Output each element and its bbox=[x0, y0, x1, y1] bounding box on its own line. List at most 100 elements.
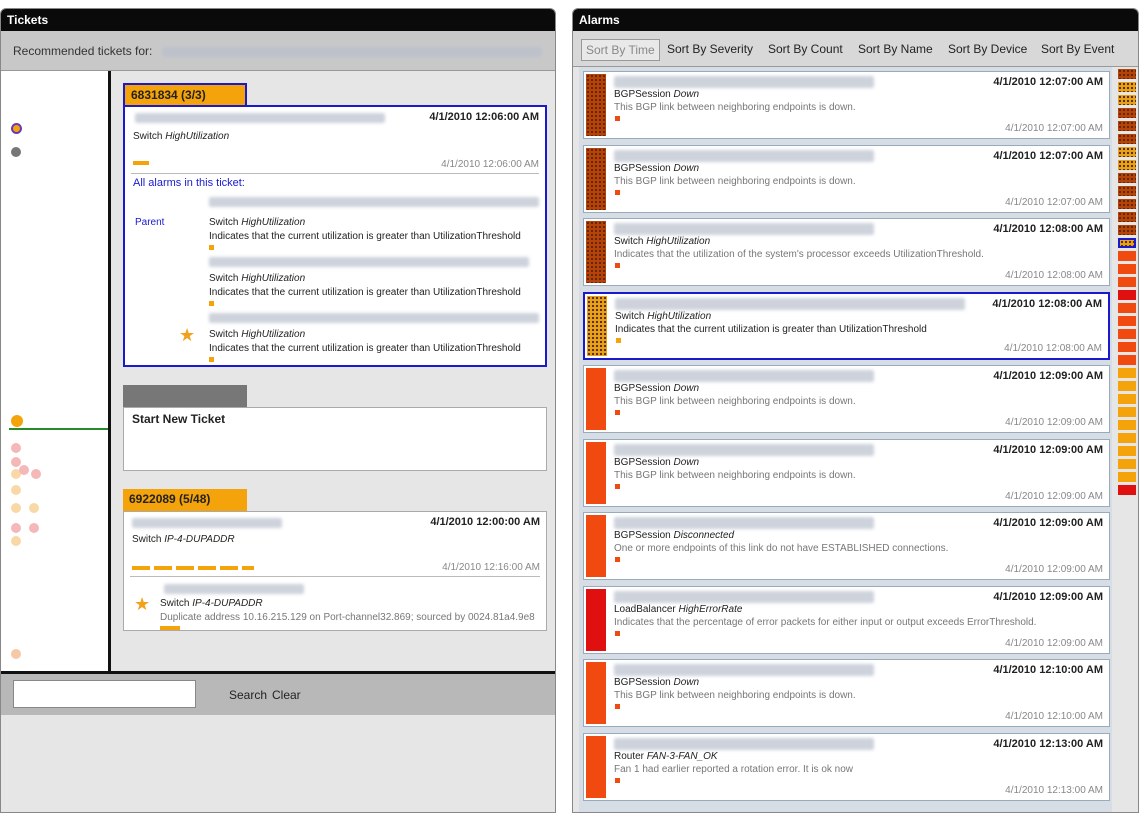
heat-cell[interactable] bbox=[1118, 160, 1136, 170]
heat-cell[interactable] bbox=[1118, 420, 1136, 430]
sort-by-event-button[interactable]: Sort By Event bbox=[1041, 39, 1114, 61]
timeline-dot[interactable] bbox=[11, 503, 21, 513]
search-input[interactable] bbox=[13, 680, 196, 708]
alarm-heat-strip[interactable] bbox=[1118, 67, 1136, 512]
alarm-event-name: HighUtilization bbox=[241, 329, 306, 340]
heat-cell[interactable] bbox=[1118, 251, 1136, 261]
alarm-card[interactable]: 4/1/2010 12:09:00 AM BGPSession Disconnec… bbox=[583, 512, 1110, 580]
heat-cell[interactable] bbox=[1118, 95, 1136, 105]
alarm-device-type: Switch bbox=[209, 273, 242, 284]
alarm-event-name: Down bbox=[673, 677, 700, 688]
heat-cell[interactable] bbox=[1118, 186, 1136, 196]
sort-by-time-button[interactable]: Sort By Time bbox=[581, 39, 660, 61]
heat-cell[interactable] bbox=[1118, 225, 1136, 235]
alarm-card[interactable]: 4/1/2010 12:09:00 AM BGPSession Down This … bbox=[583, 365, 1110, 433]
heat-cell[interactable] bbox=[1118, 173, 1136, 183]
sort-by-severity-button[interactable]: Sort By Severity bbox=[667, 39, 753, 61]
alarm-card[interactable]: 4/1/2010 12:08:00 AM Switch HighUtilizati… bbox=[583, 218, 1110, 286]
alarm-type: BGPSession Down bbox=[614, 677, 699, 688]
alarm-timestamp: 4/1/2010 12:07:00 AM bbox=[993, 149, 1103, 162]
timeline-dot[interactable] bbox=[11, 523, 21, 533]
alarm-card[interactable]: 4/1/2010 12:13:00 AM Router FAN-3-FAN_OK F… bbox=[583, 732, 1110, 801]
timeline-dot[interactable] bbox=[11, 536, 21, 546]
heat-cell[interactable] bbox=[1118, 368, 1136, 378]
heat-cell[interactable] bbox=[1118, 407, 1136, 417]
alarm-card[interactable]: 4/1/2010 12:09:00 AM BGPSession Down This … bbox=[583, 438, 1110, 507]
timeline-dot[interactable] bbox=[31, 469, 41, 479]
alarm-timestamp-secondary: 4/1/2010 12:08:00 AM bbox=[1005, 270, 1103, 281]
heat-cell[interactable] bbox=[1118, 316, 1136, 326]
heat-cell[interactable] bbox=[1118, 381, 1136, 391]
alarm-timestamp-secondary: 4/1/2010 12:13:00 AM bbox=[1005, 784, 1103, 796]
heat-cell[interactable] bbox=[1118, 134, 1136, 144]
ticket-timeline[interactable] bbox=[1, 71, 111, 671]
timeline-dot[interactable] bbox=[11, 485, 21, 495]
alarm-device-type: BGPSession bbox=[614, 89, 674, 100]
alarm-timestamp-secondary: 4/1/2010 12:09:00 AM bbox=[1005, 490, 1103, 502]
heat-cell[interactable] bbox=[1118, 329, 1136, 339]
sort-by-device-button[interactable]: Sort By Device bbox=[948, 39, 1027, 61]
heat-cell[interactable] bbox=[1118, 446, 1136, 456]
heat-cell[interactable] bbox=[1118, 212, 1136, 222]
severity-indicator bbox=[209, 357, 214, 362]
alarm-card[interactable]: 4/1/2010 12:10:00 AM BGPSession Down This … bbox=[583, 659, 1110, 727]
timeline-dot[interactable] bbox=[19, 465, 29, 475]
timeline-dot[interactable] bbox=[29, 523, 39, 533]
search-bar: Search Clear bbox=[1, 671, 555, 715]
severity-marker bbox=[615, 630, 620, 636]
alarm-event-name: FAN-3-FAN_OK bbox=[646, 750, 718, 762]
alarm-card[interactable]: 4/1/2010 12:07:00 AM BGPSession Down This … bbox=[583, 144, 1110, 213]
severity-bar bbox=[586, 368, 606, 430]
heat-cell[interactable] bbox=[1118, 277, 1136, 287]
alarm-event-name: IP-4-DUPADDR bbox=[192, 598, 263, 609]
ticket-tab[interactable]: 6922089 (5/48) bbox=[123, 489, 247, 511]
ticket-tab[interactable]: 6831834 (3/3) bbox=[123, 83, 247, 105]
alarm-card[interactable]: 4/1/2010 12:07:00 AM BGPSession Down This … bbox=[583, 71, 1110, 139]
alarm-timestamp: 4/1/2010 12:07:00 AM bbox=[993, 76, 1103, 88]
timeline-dot[interactable] bbox=[11, 415, 23, 427]
alarm-list[interactable]: 4/1/2010 12:07:00 AM BGPSession Down This … bbox=[579, 67, 1112, 812]
alarm-type: BGPSession Disconnected bbox=[614, 530, 734, 541]
heat-cell[interactable] bbox=[1118, 82, 1136, 92]
search-button[interactable]: Search bbox=[229, 688, 267, 702]
alarm-description: Indicates that the current utilization i… bbox=[209, 287, 521, 298]
severity-marker bbox=[615, 410, 620, 415]
redacted-device-name bbox=[614, 664, 874, 676]
heat-cell[interactable] bbox=[1118, 290, 1136, 300]
heat-cell[interactable] bbox=[1118, 238, 1136, 248]
heat-cell[interactable] bbox=[1118, 394, 1136, 404]
heat-cell[interactable] bbox=[1118, 69, 1136, 79]
timeline-dot[interactable] bbox=[11, 443, 21, 453]
heat-cell[interactable] bbox=[1118, 433, 1136, 443]
heat-cell[interactable] bbox=[1118, 264, 1136, 274]
new-ticket-tab[interactable] bbox=[123, 385, 247, 407]
heat-cell[interactable] bbox=[1118, 485, 1136, 495]
heat-cell[interactable] bbox=[1118, 108, 1136, 118]
heat-cell[interactable] bbox=[1118, 303, 1136, 313]
heat-cell[interactable] bbox=[1118, 147, 1136, 157]
heat-cell[interactable] bbox=[1118, 459, 1136, 469]
severity-bar bbox=[586, 588, 606, 651]
timeline-dot[interactable] bbox=[29, 503, 39, 513]
heat-cell[interactable] bbox=[1118, 121, 1136, 131]
alarm-description: Indicates that the current utilization i… bbox=[615, 323, 927, 335]
sort-by-name-button[interactable]: Sort By Name bbox=[858, 39, 933, 61]
timeline-dot[interactable] bbox=[11, 147, 21, 157]
clear-button[interactable]: Clear bbox=[272, 688, 301, 702]
ticket-card[interactable]: 4/1/2010 12:00:00 AM Switch IP-4-DUPADDR… bbox=[123, 511, 547, 631]
timeline-dot[interactable] bbox=[11, 649, 21, 659]
heat-cell[interactable] bbox=[1118, 342, 1136, 352]
redacted-device-name bbox=[164, 584, 304, 594]
alarm-description: One or more endpoints of this link do no… bbox=[614, 543, 949, 554]
sort-by-count-button[interactable]: Sort By Count bbox=[768, 39, 843, 61]
ticket-card[interactable]: 4/1/2010 12:06:00 AM Switch HighUtilizat… bbox=[123, 105, 547, 367]
timeline-dot[interactable] bbox=[11, 123, 22, 134]
heat-cell[interactable] bbox=[1118, 472, 1136, 482]
new-ticket-dropzone[interactable]: Start New Ticket bbox=[123, 407, 547, 471]
alarm-card[interactable]: 4/1/2010 12:08:00 AM Switch HighUtilizati… bbox=[583, 291, 1110, 360]
parent-label[interactable]: Parent bbox=[135, 217, 195, 228]
heat-cell[interactable] bbox=[1118, 355, 1136, 365]
alarm-timestamp-secondary: 4/1/2010 12:07:00 AM bbox=[1005, 123, 1103, 134]
alarm-card[interactable]: 4/1/2010 12:09:00 AM LoadBalancer HighErr… bbox=[583, 585, 1110, 654]
heat-cell[interactable] bbox=[1118, 199, 1136, 209]
